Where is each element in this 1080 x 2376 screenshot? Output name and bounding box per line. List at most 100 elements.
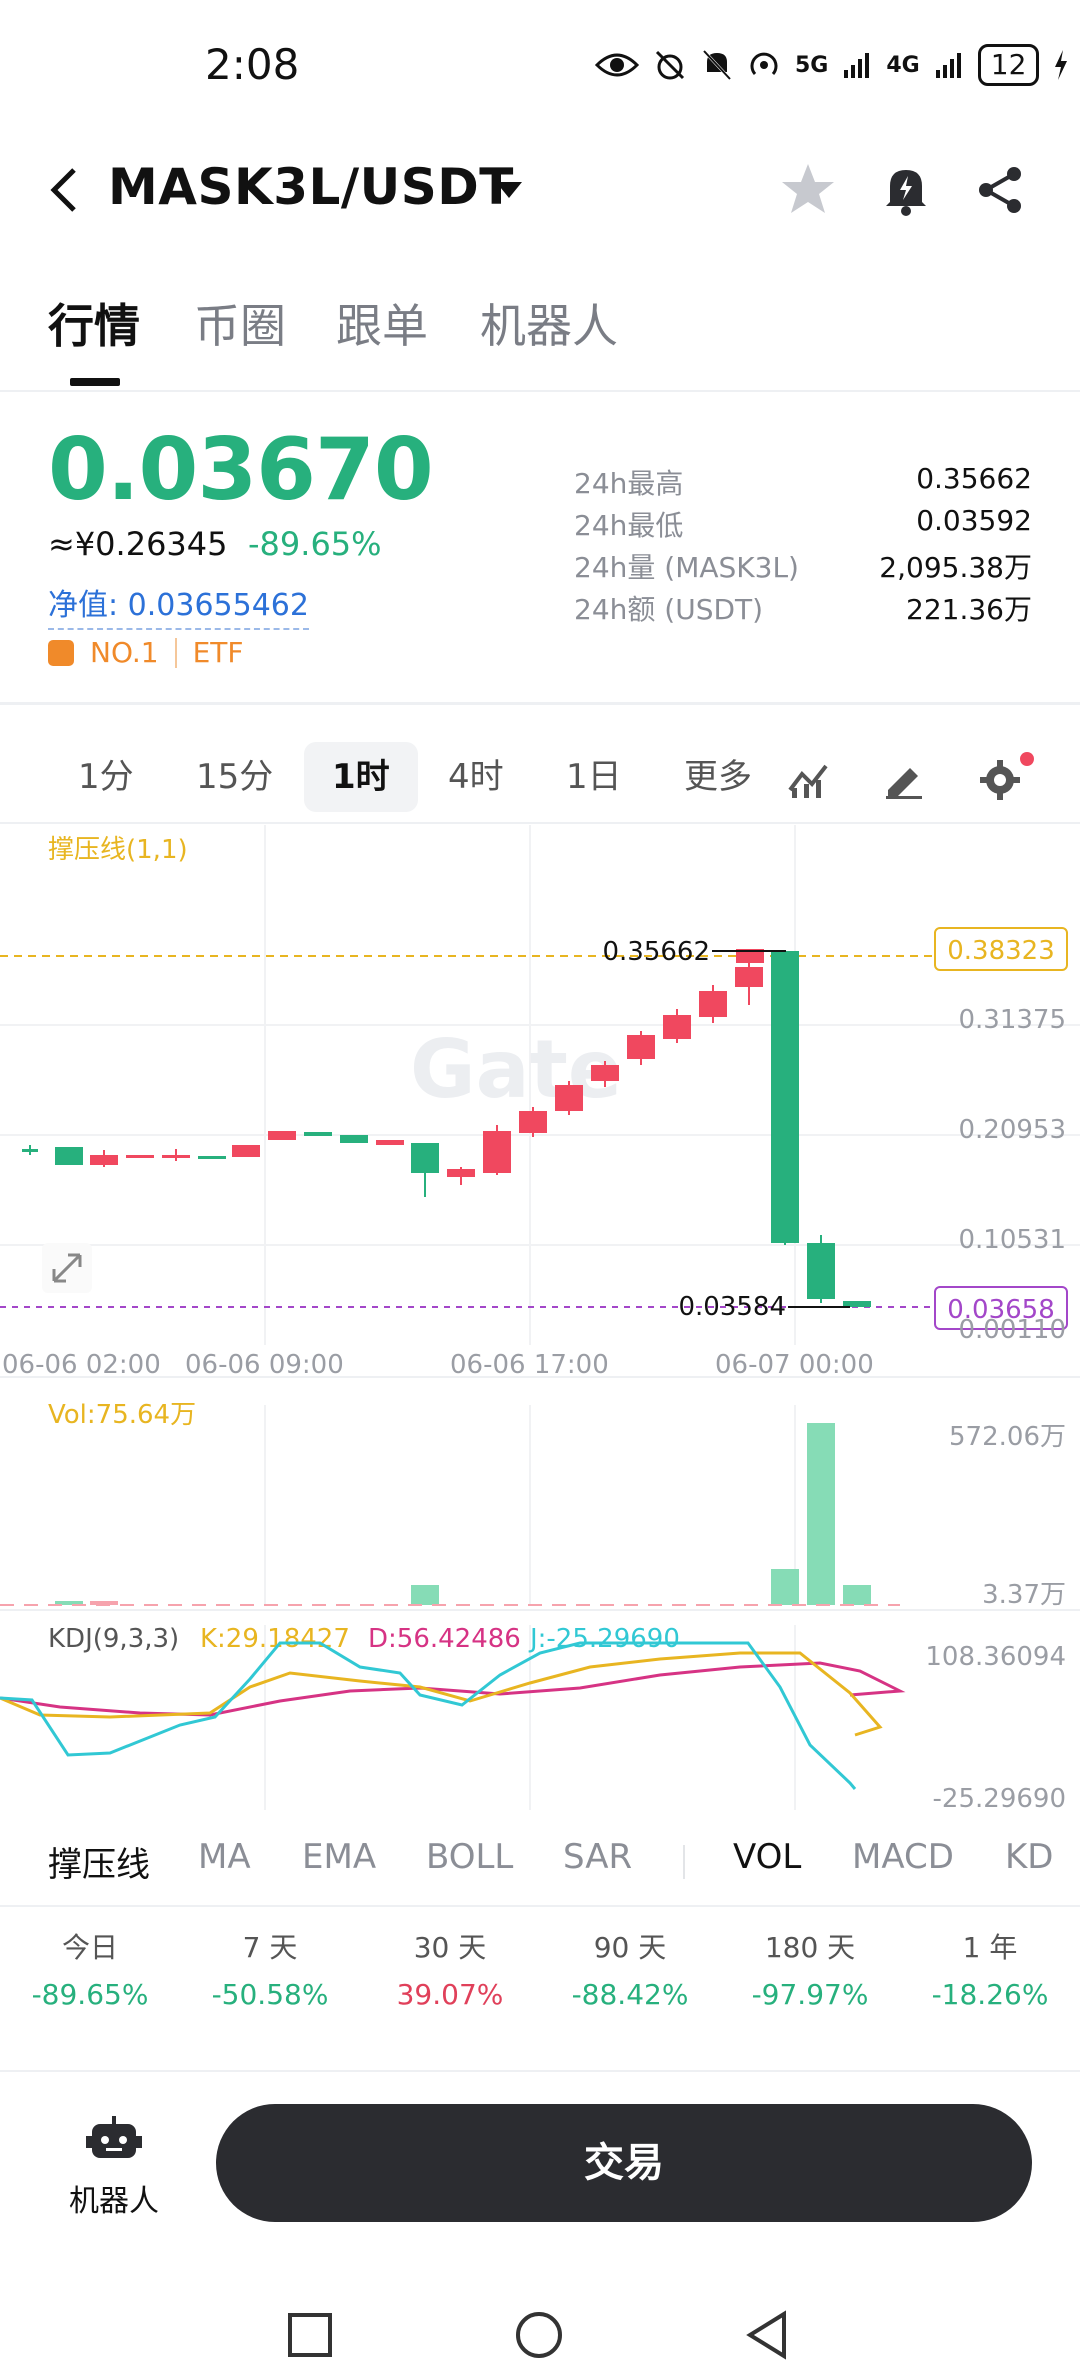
candle (735, 961, 763, 1005)
candle (699, 985, 727, 1023)
stats-panel: 24h最高 0.35662 24h最低 0.03592 24h量 (MASK3L) 2… (574, 462, 1032, 630)
ind-vol[interactable]: VOL (733, 1837, 801, 1877)
perf-label: 90 天 (593, 1931, 667, 1964)
ind-boll[interactable]: BOLL (426, 1837, 513, 1877)
bell-alert-icon[interactable] (876, 160, 936, 220)
back-icon[interactable] (44, 162, 84, 218)
candle (22, 1145, 38, 1155)
robot-button[interactable]: 机器人 (62, 2116, 166, 2220)
vol-max: 572.06万 (949, 1422, 1066, 1452)
tf-1h[interactable]: 1时 (304, 742, 418, 812)
status-icons: 5G 4G 12 (595, 44, 1069, 86)
y-tick: 0.00110 (958, 1315, 1066, 1345)
cny-price: ≈¥0.26345 (48, 525, 228, 563)
tab-market[interactable]: 行情 (48, 290, 140, 356)
tab-copy-trade[interactable]: 跟单 (336, 290, 428, 356)
share-icon[interactable] (970, 160, 1030, 220)
vol-bar (411, 1585, 439, 1605)
kdj-max: 108.36094 (925, 1642, 1066, 1672)
stat-label: 24h额 (USDT) (574, 593, 764, 626)
net-5g-label: 5G (795, 52, 829, 78)
rank-label: NO.1 (90, 636, 159, 669)
net-value[interactable]: 净值: 0.03655462 (48, 580, 309, 630)
tf-15m[interactable]: 15分 (196, 742, 273, 812)
stat-label: 24h最高 (574, 467, 684, 500)
perf-label: 30 天 (413, 1931, 487, 1964)
perf-item: 180 天 -97.97% (720, 1926, 900, 2011)
candle (268, 1131, 296, 1140)
perf-value: -88.42% (571, 1978, 689, 2011)
perf-value: 39.07% (396, 1978, 504, 2011)
perf-value: -18.26% (931, 1978, 1049, 2011)
ind-sar[interactable]: SAR (563, 1837, 632, 1877)
notification-dot (1020, 752, 1034, 766)
x-tick: 06-06 17:00 (450, 1350, 609, 1380)
resistance-value: 0.38323 (947, 936, 1055, 966)
net-4g-label: 4G (886, 52, 920, 78)
x-tick: 06-06 02:00 (2, 1350, 161, 1380)
y-tick: 0.10531 (958, 1225, 1066, 1255)
divider (0, 702, 1080, 705)
vol-bar (807, 1423, 835, 1605)
last-price: 0.03670 (48, 420, 434, 520)
vol-min: 3.37万 (982, 1580, 1066, 1610)
robot-label: 机器人 (69, 2184, 159, 2219)
stat-row: 24h额 (USDT) 221.36万 (574, 588, 1032, 630)
perf-item: 7 天 -50.58% (180, 1926, 360, 2011)
back-nav-icon[interactable] (744, 2310, 790, 2360)
stat-row: 24h量 (MASK3L) 2,095.38万 (574, 546, 1032, 588)
perf-item: 90 天 -88.42% (540, 1926, 720, 2011)
candle (447, 1167, 475, 1185)
draw-pen-icon[interactable] (882, 760, 926, 800)
robot-icon (86, 2116, 142, 2158)
tf-1d[interactable]: 1日 (566, 742, 622, 812)
kline-chart[interactable]: 撑压线(1,1) Gate 0.38323 0.03658 0.31375 0.… (0, 825, 1080, 1815)
tf-4h[interactable]: 4时 (448, 742, 504, 812)
stat-label: 24h量 (MASK3L) (574, 551, 799, 584)
ind-ema[interactable]: EMA (302, 1837, 376, 1877)
candle (376, 1140, 404, 1145)
tab-robot[interactable]: 机器人 (480, 290, 618, 356)
stat-value: 0.35662 (916, 462, 1032, 495)
ind-ma[interactable]: MA (198, 1837, 251, 1877)
sr-indicator-label: 撑压线(1,1) (48, 835, 188, 865)
eye-icon (595, 53, 639, 77)
high-annotation: 0.35662 (602, 937, 710, 967)
candle (126, 1155, 154, 1158)
header: MASK3L/USDT (0, 140, 1080, 240)
status-bar: 2:08 5G 4G 12 (0, 0, 1080, 140)
etf-tag: ETF (192, 636, 244, 669)
ind-kd[interactable]: KD (1005, 1837, 1065, 1877)
tf-more[interactable]: 更多 (684, 742, 752, 812)
trade-button[interactable]: 交易 (216, 2104, 1032, 2222)
ind-macd[interactable]: MACD (852, 1837, 954, 1877)
divider (0, 1905, 1080, 1907)
chevron-down-icon[interactable] (496, 182, 522, 198)
ind-sr[interactable]: 撑压线 (48, 1837, 150, 1886)
tab-community[interactable]: 币圈 (194, 290, 286, 356)
chart-type-icon[interactable] (786, 760, 830, 800)
perf-item: 30 天 39.07% (360, 1926, 540, 2011)
price-change: -89.65% (248, 525, 382, 563)
expand-icon[interactable] (42, 1243, 92, 1293)
divider (0, 2070, 1080, 2072)
tf-1m[interactable]: 1分 (78, 742, 134, 812)
perf-label: 7 天 (242, 1931, 298, 1964)
candle (555, 1081, 583, 1115)
kdj-d: D:56.42486 (368, 1624, 521, 1654)
charging-icon (1055, 50, 1068, 80)
stat-label: 24h最低 (574, 509, 684, 542)
perf-label: 180 天 (764, 1931, 856, 1964)
perf-value: -97.97% (751, 1978, 869, 2011)
perf-value: -50.58% (211, 1978, 329, 2011)
candle (627, 1031, 655, 1065)
bottom-action-bar: 机器人 交易 (0, 2080, 1080, 2222)
perf-label: 今日 (61, 1931, 118, 1964)
home-icon[interactable] (514, 2310, 564, 2360)
star-icon[interactable] (778, 160, 838, 220)
pair-title[interactable]: MASK3L/USDT (108, 158, 514, 216)
alarm-off-icon (655, 50, 685, 80)
gear-icon[interactable] (978, 758, 1022, 802)
perf-label: 1 年 (962, 1931, 1018, 1964)
recent-apps-icon[interactable] (287, 2312, 333, 2358)
